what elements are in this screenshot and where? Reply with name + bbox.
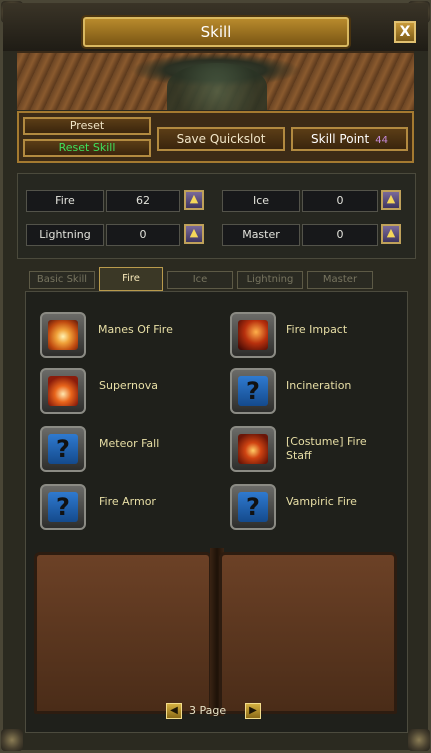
lightning-increase-button[interactable]: ▲: [184, 224, 204, 244]
fire-stat-label: Fire: [26, 190, 104, 212]
flame-burst-icon[interactable]: [40, 312, 86, 358]
skill-item[interactable]: Supernova: [40, 368, 210, 418]
skill-name: Incineration: [286, 379, 352, 392]
frame-corner-ornament: [408, 729, 430, 751]
skill-name: Manes Of Fire: [98, 323, 173, 336]
fire-increase-button[interactable]: ▲: [184, 190, 204, 210]
close-button[interactable]: X: [394, 21, 416, 43]
supernova-icon[interactable]: [40, 368, 86, 414]
next-page-button[interactable]: ▶: [245, 703, 261, 719]
master-increase-button[interactable]: ▲: [381, 224, 401, 244]
book-left-page: [34, 552, 212, 714]
fire-impact-icon[interactable]: [230, 312, 276, 358]
title-plate: Skill: [83, 17, 349, 47]
skill-controls: Preset Reset Skill Save Quickslot Skill …: [17, 111, 414, 163]
skill-name: Fire Impact: [286, 323, 348, 336]
fire-stat-value: 62: [106, 190, 180, 212]
skill-item[interactable]: ? Fire Armor: [40, 484, 210, 534]
decorative-banner: [17, 51, 414, 110]
unknown-skill-icon[interactable]: ?: [40, 484, 86, 530]
tab-master[interactable]: Master: [307, 271, 373, 289]
tab-fire[interactable]: Fire: [99, 267, 163, 291]
skill-name: Vampiric Fire: [286, 495, 357, 508]
window-title: Skill: [200, 23, 232, 41]
skill-point-value: 44: [375, 135, 388, 146]
reset-skill-button[interactable]: Reset Skill: [23, 139, 151, 157]
skill-book-illustration: [34, 542, 399, 722]
master-stat-value: 0: [302, 224, 378, 246]
arrow-right-icon: ▶: [249, 705, 257, 716]
page-indicator: 3 Page: [189, 704, 227, 717]
save-quickslot-button[interactable]: Save Quickslot: [157, 127, 285, 151]
book-right-page: [219, 552, 397, 714]
lightning-stat-value: 0: [106, 224, 180, 246]
skill-item[interactable]: ? Incineration: [230, 368, 400, 418]
skill-item[interactable]: ? Meteor Fall: [40, 426, 210, 476]
up-arrow-icon: ▲: [189, 226, 199, 239]
tab-ice[interactable]: Ice: [167, 271, 233, 289]
ice-stat-label: Ice: [222, 190, 300, 212]
preset-button[interactable]: Preset: [23, 117, 151, 135]
up-arrow-icon: ▲: [189, 192, 199, 205]
skill-point-display: Skill Point 44: [291, 127, 408, 151]
skill-name: Meteor Fall: [99, 437, 160, 450]
tab-basic-skill[interactable]: Basic Skill: [29, 271, 95, 289]
skill-name: Fire Armor: [99, 495, 156, 508]
unknown-skill-icon[interactable]: ?: [40, 426, 86, 472]
prev-page-button[interactable]: ◀: [166, 703, 182, 719]
skill-item[interactable]: ? Vampiric Fire: [230, 484, 400, 534]
frame-corner-ornament: [1, 729, 23, 751]
unknown-skill-icon[interactable]: ?: [230, 368, 276, 414]
skill-item[interactable]: [Costume] Fire Staff: [230, 426, 400, 476]
up-arrow-icon: ▲: [386, 226, 396, 239]
skill-item[interactable]: Fire Impact: [230, 312, 400, 362]
tab-lightning[interactable]: Lightning: [237, 271, 303, 289]
ice-increase-button[interactable]: ▲: [381, 190, 401, 210]
unknown-skill-icon[interactable]: ?: [230, 484, 276, 530]
skill-point-label: Skill Point: [311, 132, 370, 146]
skill-name: Supernova: [99, 379, 158, 392]
save-quickslot-label: Save Quickslot: [176, 132, 266, 146]
arrow-left-icon: ◀: [170, 705, 178, 716]
element-stat-panel: Fire 62 ▲ Ice 0 ▲ Lightning 0 ▲ Master 0…: [17, 173, 416, 259]
fire-staff-icon[interactable]: [230, 426, 276, 472]
preset-button-label: Preset: [69, 119, 105, 132]
master-stat-label: Master: [222, 224, 300, 246]
reset-skill-button-label: Reset Skill: [58, 141, 116, 154]
skill-window: Skill X Preset Reset Skill Save Quickslo…: [0, 0, 431, 753]
up-arrow-icon: ▲: [386, 192, 396, 205]
skill-list-area: Manes Of Fire Fire Impact Supernova ? In…: [25, 291, 408, 733]
title-bar[interactable]: Skill X: [3, 3, 428, 51]
skill-name: [Costume] Fire Staff: [286, 435, 367, 462]
lightning-stat-label: Lightning: [26, 224, 104, 246]
pager: ◀ 3 Page ▶: [3, 703, 428, 721]
ice-stat-value: 0: [302, 190, 378, 212]
skill-item[interactable]: Manes Of Fire: [40, 312, 210, 362]
